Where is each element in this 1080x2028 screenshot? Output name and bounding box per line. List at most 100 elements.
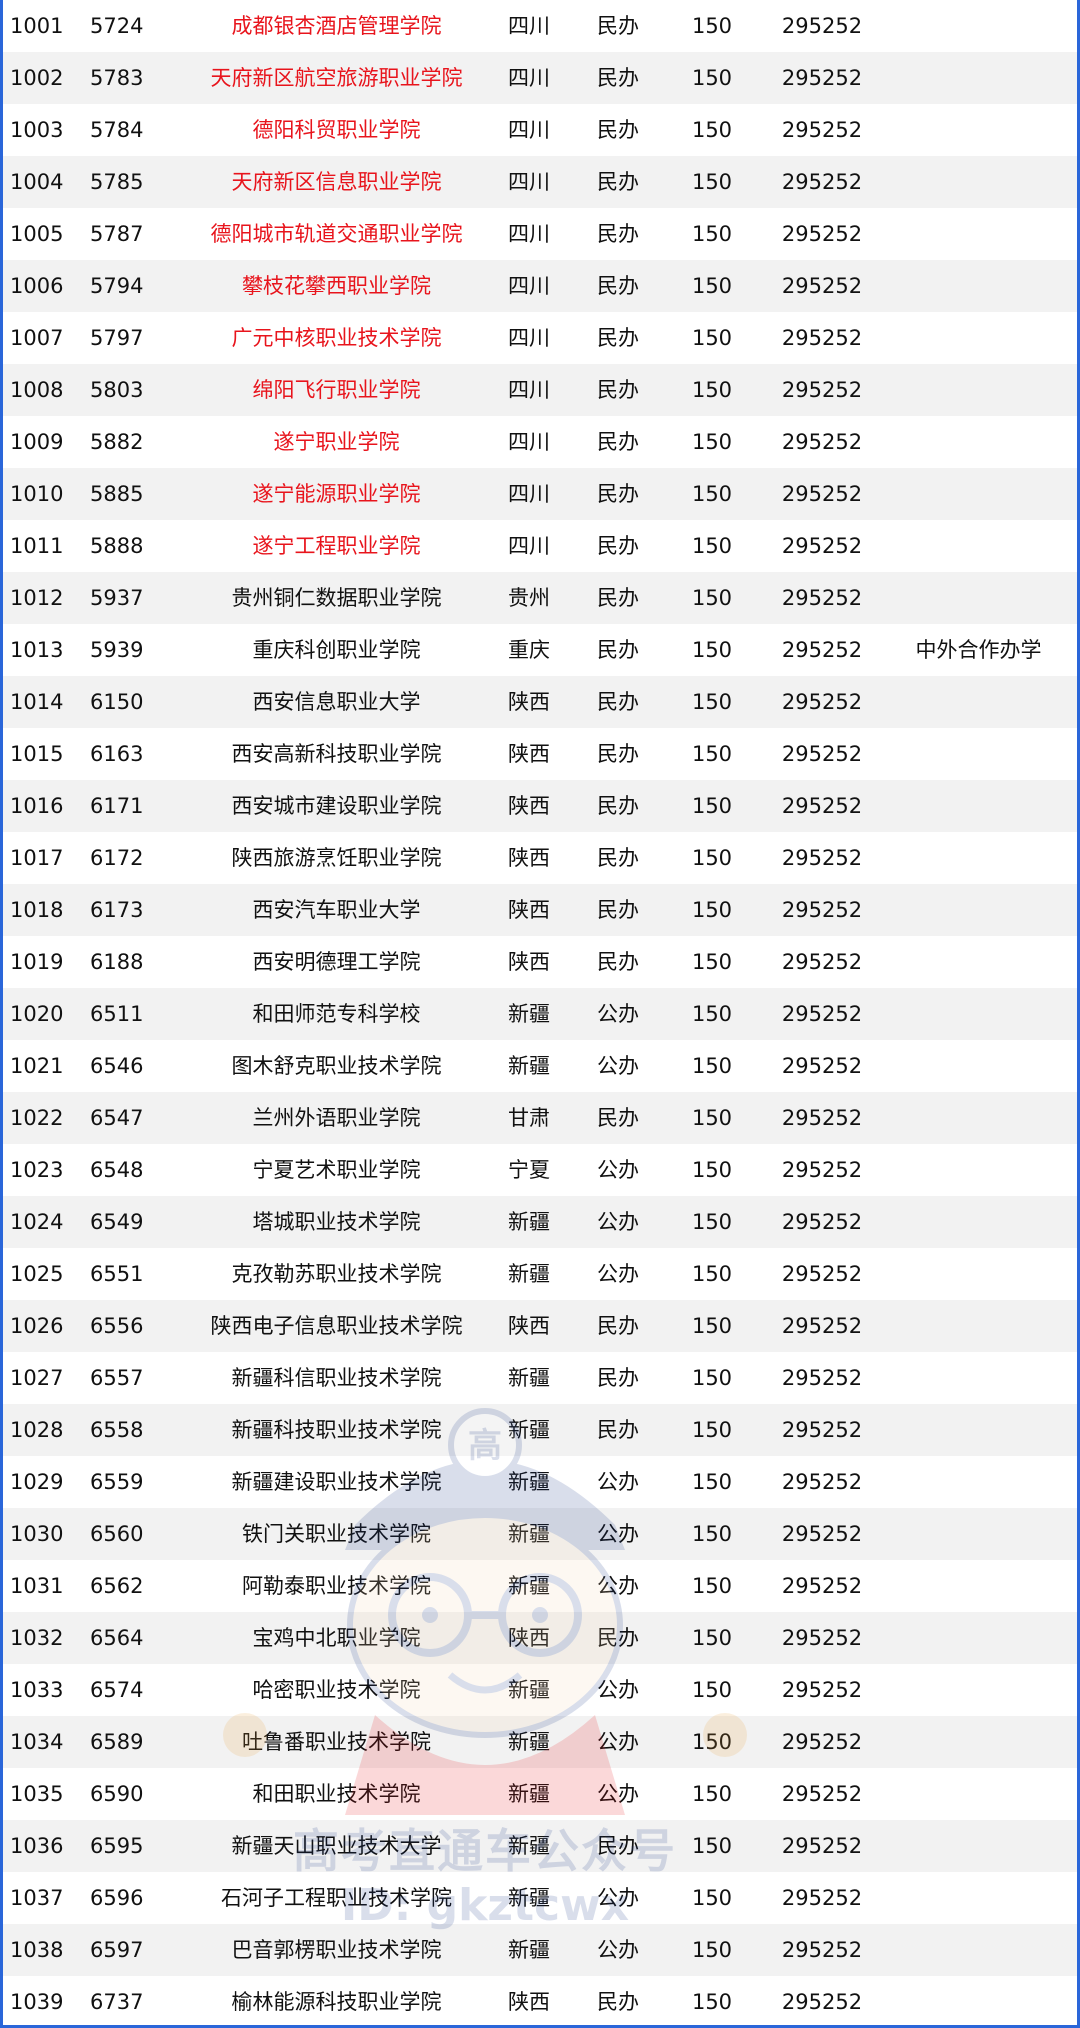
ownership-cell: 民办 <box>597 534 639 558</box>
code-cell: 6511 <box>84 988 194 1040</box>
table-row: 1018 6173 西安汽车职业大学 陕西 民办 150 295252 <box>0 884 1080 936</box>
college-name-cell: 哈密职业技术学院 <box>252 1678 421 1702</box>
college-name-cell: 宝鸡中北职业学院 <box>194 1612 479 1664</box>
seq-cell: 1036 <box>0 1820 84 1872</box>
code-cell: 6172 <box>90 846 144 870</box>
rank-cell: 295252 <box>767 260 877 312</box>
ownership-cell: 公办 <box>597 1782 639 1806</box>
table-row: 1029 6559 新疆建设职业技术学院 新疆 公办 150 295252 <box>0 1456 1080 1508</box>
seq-cell: 1034 <box>0 1716 84 1768</box>
code-cell: 5882 <box>90 430 144 454</box>
rank-cell: 295252 <box>767 676 877 728</box>
note-cell <box>877 1820 1080 1872</box>
college-name-cell: 重庆科创职业学院 <box>252 638 421 662</box>
score-cell: 150 <box>657 364 767 416</box>
score-cell: 150 <box>691 534 733 558</box>
code-cell: 5803 <box>84 364 194 416</box>
province-cell: 陕西 <box>479 1300 579 1352</box>
score-cell: 150 <box>691 14 733 38</box>
rank-cell: 295252 <box>767 884 877 936</box>
province-cell: 新疆 <box>479 1508 579 1560</box>
province-cell: 陕西 <box>508 846 550 870</box>
seq-cell: 1008 <box>0 364 84 416</box>
code-cell: 6173 <box>84 884 194 936</box>
ownership-cell: 公办 <box>597 1470 639 1494</box>
score-cell: 150 <box>657 1300 767 1352</box>
ownership-cell: 民办 <box>597 14 639 38</box>
note-cell <box>877 1560 1080 1612</box>
note-cell <box>877 1300 1080 1352</box>
seq-cell: 1015 <box>10 742 64 766</box>
college-name-cell: 克孜勒苏职业技术学院 <box>231 1262 442 1286</box>
ownership-cell: 公办 <box>579 988 657 1040</box>
seq-cell: 1004 <box>0 156 84 208</box>
province-cell: 陕西 <box>479 780 579 832</box>
table-body: 1001 5724 成都银杏酒店管理学院 四川 民办 150 295252 1002 5783 天… <box>0 0 1080 2028</box>
note-cell <box>877 1040 1080 1092</box>
code-cell: 6558 <box>84 1404 194 1456</box>
score-cell: 150 <box>691 1782 733 1806</box>
ownership-cell: 公办 <box>579 1924 657 1976</box>
score-cell: 150 <box>657 52 767 104</box>
province-cell: 陕西 <box>479 676 579 728</box>
table-row: 1003 5784 德阳科贸职业学院 四川 民办 150 295252 <box>0 104 1080 156</box>
rank-cell: 295252 <box>781 1886 863 1910</box>
table-row: 1030 6560 铁门关职业技术学院 新疆 公办 150 295252 <box>0 1508 1080 1560</box>
rank-cell: 295252 <box>781 742 863 766</box>
code-cell: 5787 <box>90 222 144 246</box>
code-cell: 6549 <box>84 1196 194 1248</box>
seq-cell: 1022 <box>0 1092 84 1144</box>
rank-cell: 295252 <box>767 1924 877 1976</box>
table-row: 1004 5785 天府新区信息职业学院 四川 民办 150 295252 <box>0 156 1080 208</box>
ownership-cell: 民办 <box>597 1990 639 2014</box>
seq-cell: 1026 <box>0 1300 84 1352</box>
province-cell: 新疆 <box>508 1366 550 1390</box>
score-cell: 150 <box>657 260 767 312</box>
ownership-cell: 民办 <box>597 1366 639 1390</box>
code-cell: 6163 <box>90 742 144 766</box>
table-row: 1001 5724 成都银杏酒店管理学院 四川 民办 150 295252 <box>0 0 1080 52</box>
ownership-cell: 公办 <box>597 1574 639 1598</box>
table-row: 1006 5794 攀枝花攀西职业学院 四川 民办 150 295252 <box>0 260 1080 312</box>
code-cell: 6556 <box>84 1300 194 1352</box>
province-cell: 新疆 <box>508 1262 550 1286</box>
note-cell <box>877 156 1080 208</box>
college-name-cell: 成都银杏酒店管理学院 <box>231 14 442 38</box>
province-cell: 贵州 <box>479 572 579 624</box>
ownership-cell: 民办 <box>579 52 657 104</box>
note-cell <box>877 1092 1080 1144</box>
ownership-cell: 民办 <box>597 742 639 766</box>
rank-cell: 295252 <box>767 1300 877 1352</box>
note-cell <box>877 1196 1080 1248</box>
table-row: 1027 6557 新疆科信职业技术学院 新疆 民办 150 295252 <box>0 1352 1080 1404</box>
province-cell: 四川 <box>479 468 579 520</box>
score-cell: 150 <box>691 118 733 142</box>
college-name-cell: 西安汽车职业大学 <box>194 884 479 936</box>
province-cell: 新疆 <box>508 1782 550 1806</box>
province-cell: 新疆 <box>479 1196 579 1248</box>
note-cell <box>877 572 1080 624</box>
rank-cell: 295252 <box>767 1716 877 1768</box>
seq-cell: 1009 <box>10 430 64 454</box>
score-cell: 150 <box>657 468 767 520</box>
rank-cell: 295252 <box>781 1678 863 1702</box>
province-cell: 新疆 <box>508 1054 550 1078</box>
province-cell: 陕西 <box>479 884 579 936</box>
seq-cell: 1007 <box>10 326 64 350</box>
ownership-cell: 民办 <box>579 364 657 416</box>
seq-cell: 1035 <box>10 1782 64 1806</box>
ownership-cell: 民办 <box>579 676 657 728</box>
table-row: 1025 6551 克孜勒苏职业技术学院 新疆 公办 150 295252 <box>0 1248 1080 1300</box>
seq-cell: 1019 <box>10 950 64 974</box>
code-cell: 5785 <box>84 156 194 208</box>
table-row: 1028 6558 新疆科技职业技术学院 新疆 民办 150 295252 <box>0 1404 1080 1456</box>
note-cell <box>877 988 1080 1040</box>
ownership-cell: 公办 <box>597 1886 639 1910</box>
table-row: 1007 5797 广元中核职业技术学院 四川 民办 150 295252 <box>0 312 1080 364</box>
province-cell: 重庆 <box>508 638 550 662</box>
score-cell: 150 <box>657 1716 767 1768</box>
province-cell: 四川 <box>508 14 550 38</box>
province-cell: 新疆 <box>508 1886 550 1910</box>
code-cell: 5937 <box>84 572 194 624</box>
note-cell <box>877 1248 1080 1300</box>
